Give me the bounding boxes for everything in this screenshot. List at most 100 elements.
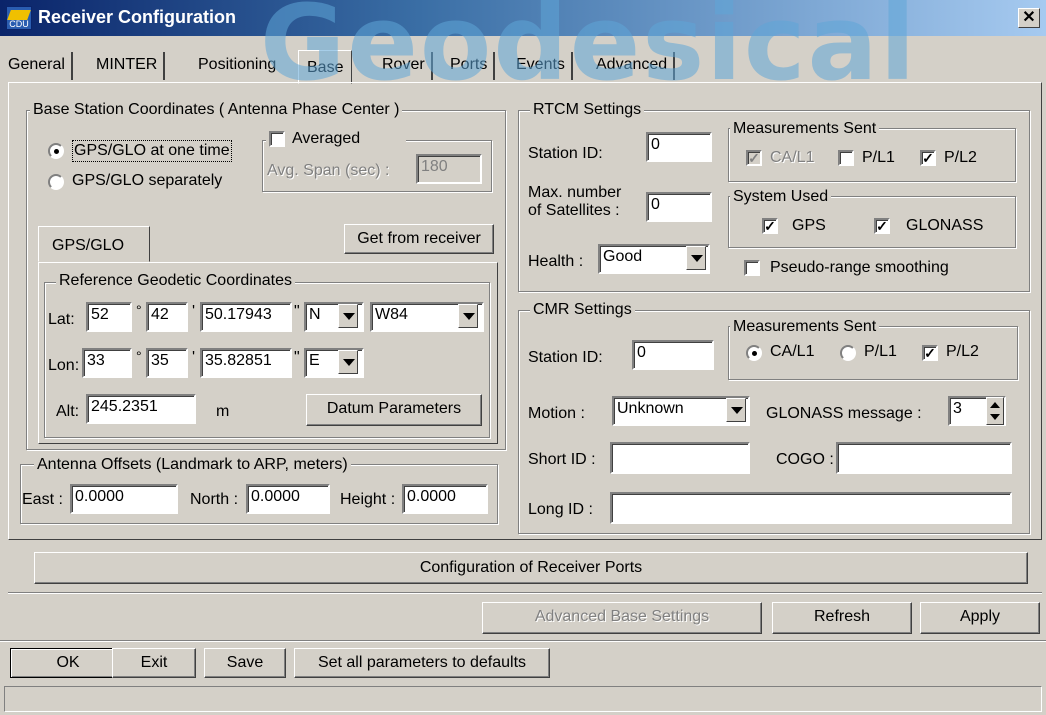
glonass-label[interactable]: GLONASS [906, 216, 983, 236]
short-id-label: Short ID : [528, 451, 596, 468]
cmr-station-id-label: Station ID: [528, 349, 603, 366]
cmr-p-l1-label[interactable]: P/L1 [864, 342, 897, 362]
long-id-label: Long ID : [528, 501, 593, 518]
chevron-down-icon[interactable] [686, 246, 706, 270]
rtcm-p-l1-label[interactable]: P/L1 [862, 148, 895, 168]
minute-mark: ' [192, 349, 196, 366]
spinner-icon[interactable] [986, 397, 1004, 425]
rtcm-ca-l1-checkbox: ✓ [746, 150, 762, 166]
degree-mark: ° [136, 348, 142, 364]
datum-value: W84 [375, 306, 408, 323]
alt-input[interactable]: 245.2351 [86, 394, 196, 424]
app-icon: CDU [6, 6, 32, 30]
radio-separately-label[interactable]: GPS/GLO separately [72, 171, 222, 191]
rtcm-station-id-label: Station ID: [528, 145, 603, 162]
advanced-base-settings-button: Advanced Base Settings [482, 602, 762, 634]
avg-span-input[interactable]: 180 [416, 154, 482, 184]
max-satellites-input[interactable]: 0 [646, 192, 712, 222]
height-input[interactable]: 0.0000 [402, 484, 488, 514]
rtcm-p-l2-checkbox[interactable]: ✓ [920, 150, 936, 166]
tab-ports[interactable]: Ports [444, 52, 496, 80]
tab-base[interactable]: Base [298, 50, 353, 84]
lon-seconds-input[interactable]: 35.82851 [200, 348, 292, 378]
divider [8, 592, 1042, 594]
chevron-down-icon[interactable] [338, 304, 358, 328]
glonass-checkbox[interactable]: ✓ [874, 218, 890, 234]
health-value: Good [603, 248, 643, 265]
cogo-label: COGO : [776, 451, 834, 468]
motion-value: Unknown [617, 400, 684, 417]
gps-label[interactable]: GPS [792, 216, 826, 236]
max-satellites-label-1: Max. number [528, 184, 622, 201]
avg-span-label: Avg. Span (sec) : [267, 162, 390, 179]
cmr-station-id-input[interactable]: 0 [632, 340, 714, 370]
max-satellites-label-2: of Satellites : [528, 202, 620, 219]
ok-button[interactable]: OK [10, 648, 126, 678]
exit-button[interactable]: Exit [112, 648, 196, 678]
tab-events[interactable]: Events [510, 52, 573, 80]
ref-coords-legend: Reference Geodetic Coordinates [56, 272, 296, 290]
east-label: East : [22, 491, 63, 508]
lat-degrees-input[interactable]: 52 [86, 302, 132, 332]
chevron-down-icon[interactable] [338, 350, 358, 374]
short-id-input[interactable] [610, 442, 750, 474]
north-input[interactable]: 0.0000 [246, 484, 330, 514]
divider [0, 640, 1046, 642]
minute-mark: ' [192, 303, 196, 320]
radio-one-time-label[interactable]: GPS/GLO at one time [72, 140, 232, 162]
status-bar [4, 686, 1042, 712]
glonass-message-label: GLONASS message : [766, 405, 922, 422]
chevron-down-icon[interactable] [458, 304, 478, 328]
lon-degrees-input[interactable]: 33 [82, 348, 132, 378]
tab-rover[interactable]: Rover [376, 52, 433, 80]
lat-label: Lat: [48, 311, 75, 328]
cmr-p-l2-checkbox[interactable]: ✓ [922, 345, 938, 361]
datum-parameters-button[interactable]: Datum Parameters [306, 394, 482, 426]
pseudo-range-label[interactable]: Pseudo-range smoothing [770, 258, 949, 278]
save-button[interactable]: Save [204, 648, 286, 678]
alt-label: Alt: [56, 403, 80, 420]
cogo-input[interactable] [836, 442, 1012, 474]
tab-minter[interactable]: MINTER [90, 52, 166, 80]
cmr-ca-l1-radio[interactable] [746, 345, 762, 361]
radio-one-time[interactable] [48, 143, 64, 159]
cmr-p-l1-radio[interactable] [840, 345, 856, 361]
north-label: North : [190, 491, 239, 508]
averaged-checkbox[interactable] [269, 131, 285, 147]
rtcm-station-id-input[interactable]: 0 [646, 132, 712, 162]
lon-hemisphere-value: E [309, 352, 320, 369]
pseudo-range-checkbox[interactable] [744, 260, 760, 276]
rtcm-measurements-legend: Measurements Sent [730, 120, 880, 138]
east-input[interactable]: 0.0000 [70, 484, 178, 514]
lat-seconds-input[interactable]: 50.17943 [200, 302, 292, 332]
radio-separately[interactable] [48, 174, 64, 190]
height-label: Height : [340, 491, 396, 508]
long-id-input[interactable] [610, 492, 1012, 524]
second-mark: " [294, 349, 300, 366]
degree-mark: ° [136, 302, 142, 318]
cmr-measurements-legend: Measurements Sent [730, 318, 880, 336]
chevron-down-icon[interactable] [726, 398, 746, 422]
refresh-button[interactable]: Refresh [772, 602, 912, 634]
second-mark: " [294, 303, 300, 320]
get-from-receiver-button[interactable]: Get from receiver [344, 224, 494, 254]
cmr-ca-l1-label[interactable]: CA/L1 [770, 342, 814, 362]
config-receiver-ports-button[interactable]: Configuration of Receiver Ports [34, 552, 1028, 584]
set-defaults-button[interactable]: Set all parameters to defaults [294, 648, 550, 678]
apply-button[interactable]: Apply [920, 602, 1040, 634]
gps-checkbox[interactable]: ✓ [762, 218, 778, 234]
rtcm-p-l2-label[interactable]: P/L2 [944, 148, 977, 168]
health-label: Health : [528, 253, 584, 270]
rtcm-ca-l1-label: CA/L1 [770, 149, 815, 166]
tab-general[interactable]: General [2, 52, 73, 80]
subtab-gps-glo[interactable]: GPS/GLO [52, 236, 124, 256]
rtcm-p-l1-checkbox[interactable] [838, 150, 854, 166]
tab-advanced[interactable]: Advanced [590, 52, 676, 80]
cmr-legend: CMR Settings [530, 301, 635, 319]
cmr-p-l2-label[interactable]: P/L2 [946, 342, 979, 362]
averaged-label[interactable]: Averaged [292, 129, 360, 149]
lon-minutes-input[interactable]: 35 [146, 348, 188, 378]
lat-minutes-input[interactable]: 42 [146, 302, 188, 332]
close-button[interactable]: ✕ [1018, 8, 1040, 28]
tab-positioning[interactable]: Positioning [192, 52, 282, 80]
